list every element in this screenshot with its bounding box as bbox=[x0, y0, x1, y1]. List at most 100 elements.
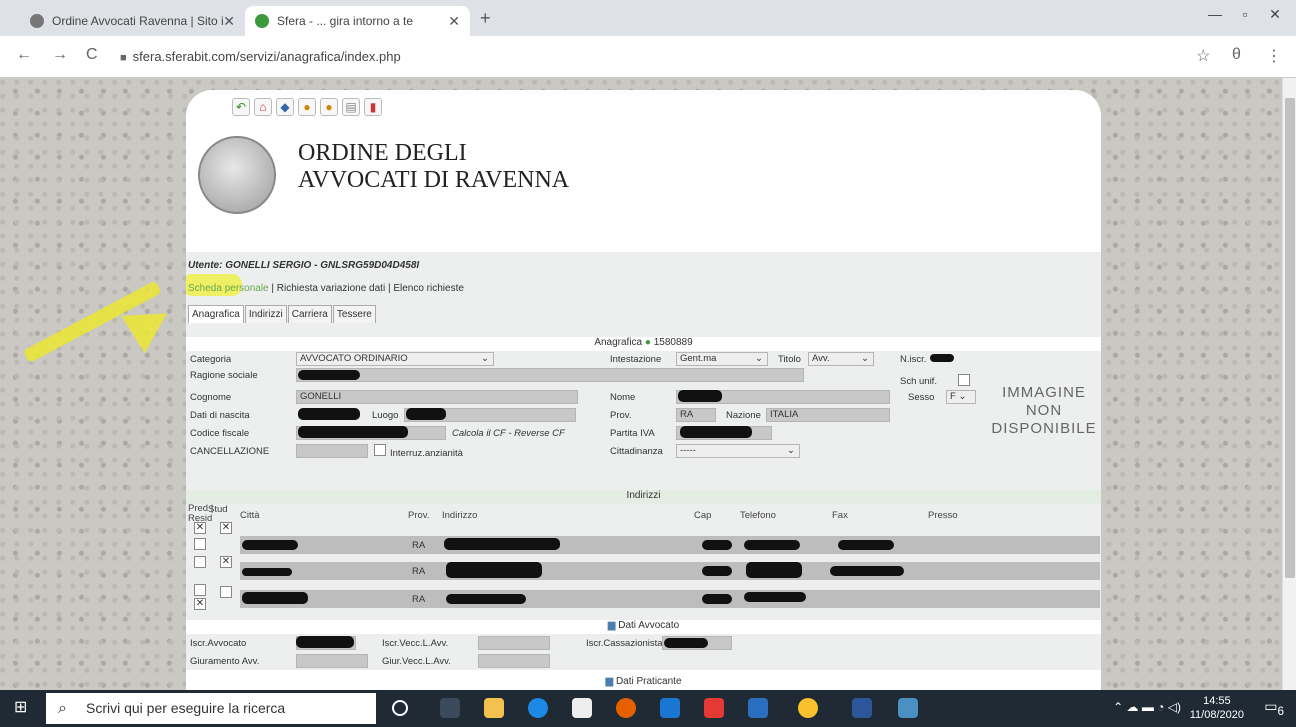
cittadinanza-label: Cittadinanza bbox=[610, 446, 663, 457]
cf-calc-link[interactable]: Calcola il CF - Reverse CF bbox=[452, 428, 565, 439]
home-icon[interactable]: ⌂ bbox=[254, 98, 272, 116]
sch-unif-checkbox[interactable] bbox=[958, 374, 970, 386]
page-scrollbar[interactable] bbox=[1282, 78, 1296, 690]
taskbar-clock[interactable]: 14:55 11/08/2020 bbox=[1190, 694, 1244, 722]
tab-anagrafica[interactable]: Anagrafica bbox=[188, 305, 244, 323]
redaction bbox=[298, 370, 360, 380]
interruz-checkbox[interactable] bbox=[374, 444, 386, 456]
resid-checkbox[interactable] bbox=[194, 538, 206, 550]
system-tray[interactable]: ⌃ ☁ ▬ ◔ ◁) bbox=[1113, 700, 1181, 714]
back-button[interactable]: ← bbox=[16, 46, 32, 64]
nazione-field[interactable]: ITALIA bbox=[766, 408, 890, 422]
cf-label: Codice fiscale bbox=[190, 428, 250, 439]
cortana-icon[interactable] bbox=[392, 700, 408, 716]
stud-checkbox[interactable]: ✕ bbox=[220, 522, 232, 534]
cognome-field[interactable]: GONELLI bbox=[296, 390, 578, 404]
task-view-icon[interactable] bbox=[440, 698, 460, 718]
chevron-down-icon: ⌄ bbox=[787, 445, 795, 456]
ragione-field[interactable] bbox=[296, 368, 804, 382]
scrollbar-thumb[interactable] bbox=[1285, 98, 1295, 578]
pred-checkbox[interactable] bbox=[194, 584, 206, 596]
titolo-label: Titolo bbox=[778, 354, 801, 365]
tab-carriera[interactable]: Carriera bbox=[287, 305, 332, 323]
browser-tab-ordine[interactable]: Ordine Avvocati Ravenna | Sito i ✕ bbox=[20, 6, 245, 36]
browser-menu-icon[interactable]: ⋮ bbox=[1266, 46, 1282, 66]
user-label: Utente: GONELLI SERGIO - GNLSRG59D04D458… bbox=[188, 260, 420, 271]
user-icon[interactable]: ● bbox=[298, 98, 316, 116]
col-telefono: Telefono bbox=[740, 510, 776, 521]
table-row[interactable]: RA bbox=[240, 536, 1100, 554]
photos-icon[interactable] bbox=[898, 698, 918, 718]
close-icon[interactable]: ✕ bbox=[448, 6, 460, 36]
tab-tessere[interactable]: Tessere bbox=[332, 305, 376, 323]
browser-tab-sfera[interactable]: Sfera - ... gira intorno a te ✕ bbox=[245, 6, 470, 36]
link-requests[interactable]: | Richiesta variazione dati | Elenco ric… bbox=[269, 283, 464, 294]
section-avvocato-header: ▆ Dati Avvocato bbox=[186, 620, 1101, 634]
link-scheda-personale[interactable]: Scheda personale bbox=[188, 283, 269, 294]
table-row[interactable]: RA bbox=[240, 590, 1100, 608]
prov-label: Prov. bbox=[610, 410, 632, 421]
iscr-vecc-field[interactable] bbox=[478, 636, 550, 650]
chrome-icon[interactable] bbox=[798, 698, 818, 718]
firefox-icon[interactable] bbox=[616, 698, 636, 718]
pred-checkbox[interactable]: ✕ bbox=[194, 522, 206, 534]
piva-label: Partita IVA bbox=[610, 428, 655, 439]
maximize-button[interactable]: ▫ bbox=[1230, 6, 1260, 22]
seal-logo bbox=[198, 136, 276, 214]
section-praticante-header: ▆ Dati Praticante bbox=[186, 676, 1101, 690]
search-icon: ⌕ bbox=[58, 700, 67, 717]
col-stud: Stud bbox=[208, 504, 228, 515]
redaction bbox=[298, 408, 360, 420]
categoria-select[interactable]: AVVOCATO ORDINARIO ⌄ bbox=[296, 352, 494, 366]
logout-icon[interactable]: ▮ bbox=[364, 98, 382, 116]
prov-field[interactable]: RA bbox=[676, 408, 716, 422]
app-icon[interactable] bbox=[704, 698, 724, 718]
url-field[interactable]: ■ sfera.sferabit.com/servizi/anagrafica/i… bbox=[120, 49, 401, 64]
edge-icon[interactable] bbox=[528, 698, 548, 718]
cognome-label: Cognome bbox=[190, 392, 232, 403]
cancellazione-label: CANCELLAZIONE bbox=[190, 446, 270, 457]
close-window-button[interactable]: ✕ bbox=[1260, 6, 1290, 23]
cittadinanza-select[interactable]: ----- ⌄ bbox=[676, 444, 800, 458]
sesso-label: Sesso bbox=[908, 392, 935, 403]
stud-checkbox[interactable] bbox=[220, 586, 232, 598]
sesso-select[interactable]: F ⌄ bbox=[946, 390, 976, 404]
taskbar-search[interactable]: ⌕ Scrivi qui per eseguire la ricerca bbox=[46, 693, 376, 724]
file-explorer-icon[interactable] bbox=[484, 698, 504, 718]
redaction bbox=[406, 408, 446, 420]
minimize-button[interactable]: — bbox=[1200, 6, 1230, 22]
forward-button[interactable]: → bbox=[52, 46, 68, 64]
close-icon[interactable]: ✕ bbox=[223, 6, 235, 36]
users-icon[interactable]: ● bbox=[320, 98, 338, 116]
windows-start-icon[interactable]: ⊞ bbox=[14, 700, 30, 716]
pred-checkbox[interactable] bbox=[194, 556, 206, 568]
print-icon[interactable]: ▤ bbox=[342, 98, 360, 116]
folder-icon: ▆ bbox=[605, 676, 614, 687]
reload-button[interactable]: C bbox=[86, 46, 98, 64]
diamond-icon[interactable]: ◆ bbox=[276, 98, 294, 116]
back-arrow-icon[interactable]: ↶ bbox=[232, 98, 250, 116]
stud-checkbox[interactable]: ✕ bbox=[220, 556, 232, 568]
bookmark-star-icon[interactable]: ☆ bbox=[1196, 46, 1210, 66]
word-icon[interactable] bbox=[852, 698, 872, 718]
intestazione-select[interactable]: Gent.ma ⌄ bbox=[676, 352, 768, 366]
giuramento-field[interactable] bbox=[296, 654, 368, 668]
search-placeholder: Scrivi qui per eseguire la ricerca bbox=[86, 700, 286, 716]
url-text: sfera.sferabit.com/servizi/anagrafica/in… bbox=[132, 49, 401, 64]
intestazione-label: Intestazione bbox=[610, 354, 662, 365]
tab-indirizzi[interactable]: Indirizzi bbox=[244, 305, 287, 323]
resid-checkbox[interactable]: ✕ bbox=[194, 598, 206, 610]
table-row[interactable]: RA bbox=[240, 562, 1100, 580]
account-icon[interactable]: θ bbox=[1232, 46, 1241, 64]
store-icon[interactable] bbox=[572, 698, 592, 718]
iscr-cass-label: Iscr.Cassazionista bbox=[586, 638, 663, 649]
mail-icon[interactable] bbox=[660, 698, 680, 718]
new-tab-button[interactable]: + bbox=[480, 8, 491, 29]
cancellazione-field[interactable] bbox=[296, 444, 368, 458]
toolbar: ↶ ⌂ ◆ ● ● ▤ ▮ bbox=[232, 98, 382, 116]
network-app-icon[interactable] bbox=[748, 698, 768, 718]
notification-icon[interactable]: ▭6 bbox=[1264, 698, 1284, 718]
section-anagrafica-header: Anagrafica ● 1580889 bbox=[186, 337, 1101, 351]
giur-vecc-field[interactable] bbox=[478, 654, 550, 668]
titolo-select[interactable]: Avv. ⌄ bbox=[808, 352, 874, 366]
